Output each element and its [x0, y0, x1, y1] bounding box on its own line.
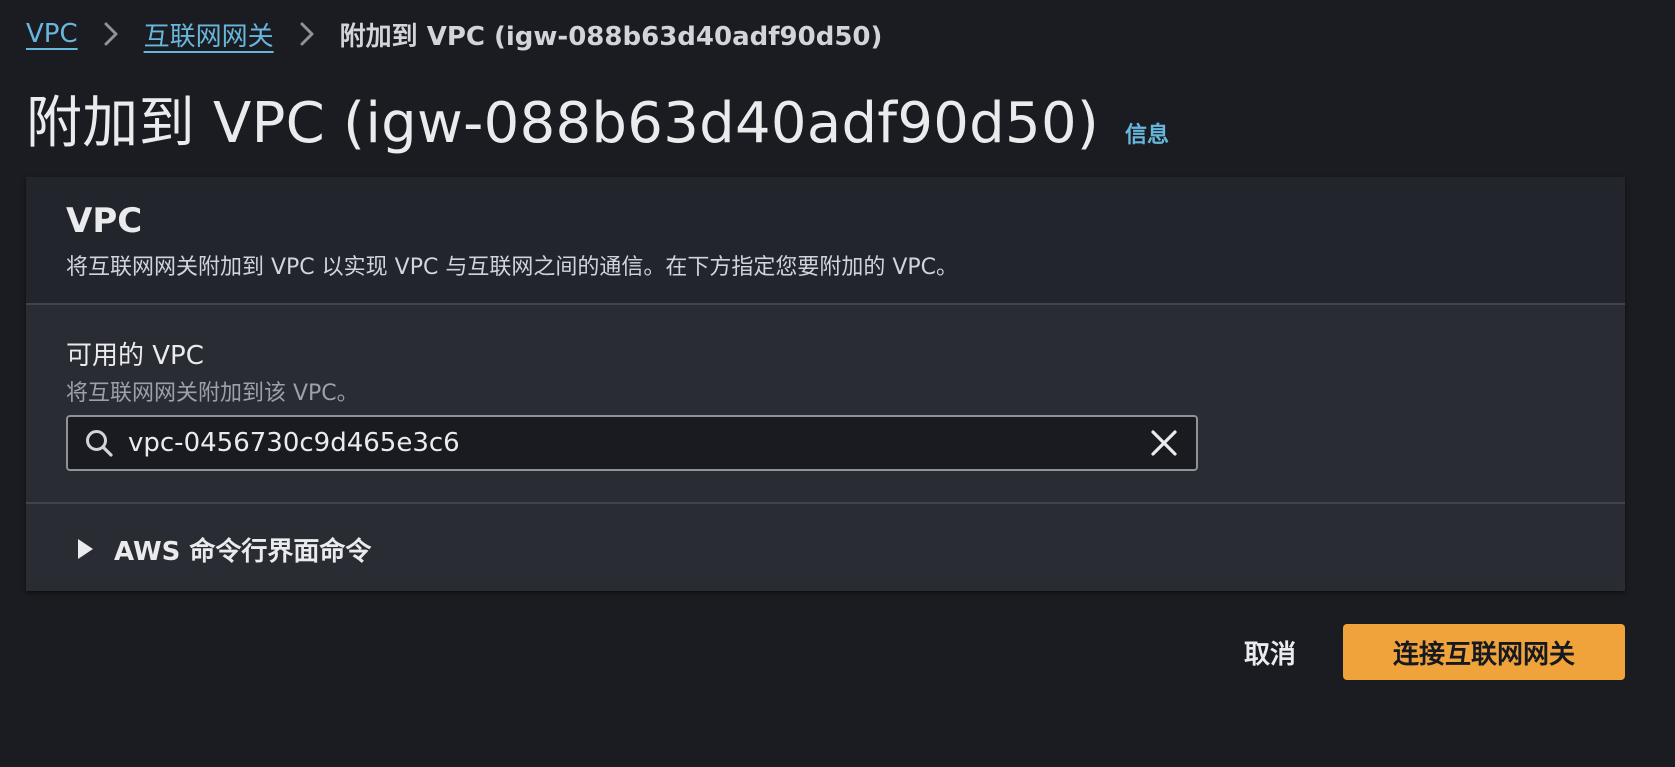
vpc-container: VPC 将互联网网关附加到 VPC 以实现 VPC 与互联网之间的通信。在下方指… [26, 177, 1625, 591]
cli-commands-expander[interactable]: AWS 命令行界面命令 [66, 529, 371, 569]
available-vpc-description: 将互联网网关附加到该 VPC。 [66, 381, 359, 406]
chevron-right-icon [78, 14, 144, 54]
section-divider [26, 502, 1625, 504]
info-link[interactable]: 信息 [1125, 117, 1169, 149]
caret-right-icon [70, 534, 100, 564]
search-icon [82, 426, 116, 460]
available-vpc-label: 可用的 VPC [66, 341, 204, 371]
breadcrumb-item-current: 附加到 VPC (igw-088b63d40adf90d50) [339, 21, 883, 52]
section-description: 将互联网网关附加到 VPC 以实现 VPC 与互联网之间的通信。在下方指定您要附… [66, 255, 959, 280]
section-title: VPC [66, 201, 143, 241]
vpc-search-input[interactable] [128, 417, 1144, 469]
container-header: VPC 将互联网网关附加到 VPC 以实现 VPC 与互联网之间的通信。在下方指… [26, 177, 1625, 305]
attach-internet-gateway-button[interactable]: 连接互联网网关 [1343, 624, 1625, 680]
close-icon[interactable] [1144, 423, 1184, 463]
breadcrumb: VPC 互联网网关 附加到 VPC (igw-088b63d40adf90d50… [26, 14, 882, 54]
cancel-button[interactable]: 取消 [1224, 624, 1316, 680]
chevron-right-icon [274, 14, 340, 54]
cli-commands-label: AWS 命令行界面命令 [114, 536, 372, 567]
breadcrumb-item-internet-gateways[interactable]: 互联网网关 [144, 16, 274, 53]
breadcrumb-item-vpc[interactable]: VPC [26, 19, 78, 49]
page-header: 附加到 VPC (igw-088b63d40adf90d50) 信息 [26, 78, 1169, 159]
page-title: 附加到 VPC (igw-088b63d40adf90d50) [26, 91, 1100, 156]
vpc-search-box [66, 415, 1198, 471]
page: VPC 互联网网关 附加到 VPC (igw-088b63d40adf90d50… [0, 0, 1675, 767]
